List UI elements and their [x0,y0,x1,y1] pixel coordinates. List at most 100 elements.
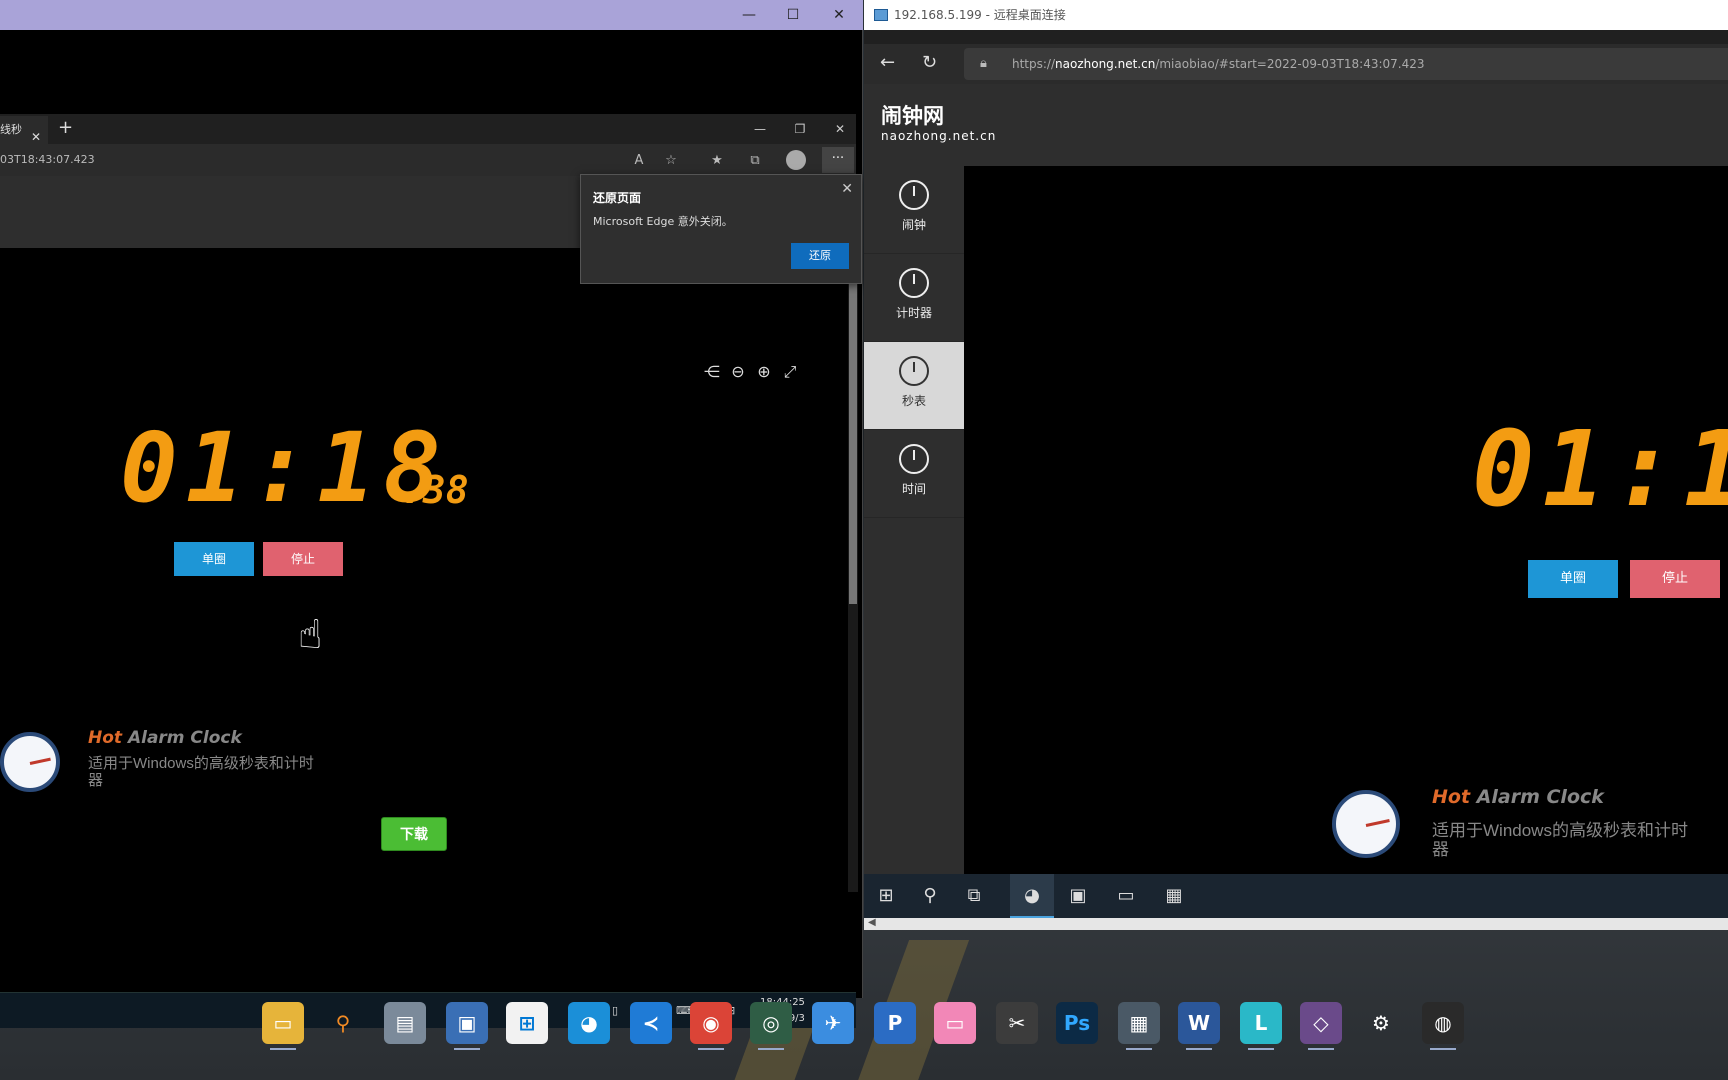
chrome-icon[interactable]: ◉ [690,1002,732,1050]
restore-pages-popup: 还原页面 Microsoft Edge 意外关闭。 ✕ 还原 [580,174,862,284]
edge-minimize-button[interactable]: — [740,114,780,144]
edge-tabbar: 线秒 ✕ + — ❐ ✕ [0,114,856,144]
active-indicator [1308,1048,1334,1050]
feishu-icon[interactable]: ✈ [812,1002,854,1044]
edge-icon[interactable]: ◕ [1010,874,1054,918]
start-icon[interactable]: ⊞ [864,874,908,918]
refresh-icon[interactable]: ↻ [922,52,937,73]
active-indicator [270,1048,296,1050]
search-icon[interactable]: ⚲ [908,874,952,918]
microsoft-store-icon[interactable]: ⊞ [506,1002,548,1044]
site-header: 闹钟网 naozhong.net.cn [864,84,1728,166]
minimize-button[interactable]: — [726,0,772,30]
file-explorer-icon[interactable]: ▭ [1104,874,1148,918]
collections-icon[interactable]: ⧉ [744,150,766,172]
task-view-icon[interactable]: ⧉ [952,874,996,918]
lap-button[interactable]: 单圈 [174,542,254,576]
edge-restore-button[interactable]: ❐ [780,114,820,144]
site-logo[interactable]: 闹钟网 [881,100,944,130]
photoshop-icon[interactable]: Ps [1056,1002,1098,1044]
bilibili-icon[interactable]: ▭ [934,1002,976,1044]
scroll-left-icon[interactable]: ◀ [868,917,876,928]
hot-alarm-clock-title: Hot Alarm Clock [88,728,242,748]
settings-gear-icon[interactable]: ⚙ [1360,1002,1402,1044]
fullscreen-icon[interactable]: ⤢ [780,362,800,382]
remote-desktop-icon [874,9,888,21]
url-domain: naozhong.net.cn [1055,57,1156,71]
remote-hot-alarm-clock-subtitle: 适用于Windows的高级秒表和计时 器 [1432,821,1688,859]
remote-url-box[interactable]: 🔒︎ https://naozhong.net.cn/miaobiao/#sta… [964,48,1728,80]
photos-icon[interactable]: ▣ [1056,874,1100,918]
edge-close-button[interactable]: ✕ [820,114,860,144]
favorites-icon[interactable]: ★ [706,150,728,172]
close-tab-icon[interactable]: ✕ [31,123,41,144]
remote-horizontal-scrollbar[interactable]: ◀ [864,917,1728,930]
sidebar-item-label: 时间 [901,482,926,496]
lm-app-icon[interactable]: L [1240,1002,1282,1050]
remote-desktop-window: 192.168.5.199 - 远程桌面连接 ← ↻ 🔒︎ https://na… [864,0,1728,930]
back-icon[interactable]: ← [880,52,895,73]
zoom-in-icon[interactable]: ⊕ [754,362,774,382]
site-logo-sub: naozhong.net.cn [881,129,997,143]
sidebar-item-time[interactable]: 时间 [864,430,964,518]
edge-icon[interactable]: ◕ [568,1002,610,1044]
remote-desktop-icon[interactable]: ▣ [446,1002,488,1050]
screen: — ☐ ✕ 线秒 ✕ + — ❐ ✕ 03T18:43:07.423 A ☆ ★… [0,0,1728,1080]
remote-url[interactable]: https://naozhong.net.cn/miaobiao/#start=… [1012,57,1425,71]
active-indicator [1248,1048,1274,1050]
active-indicator [1186,1048,1212,1050]
sidebar-item-alarm[interactable]: 闹钟 [864,166,964,254]
download-button[interactable]: 下载 [381,817,447,851]
remote-stop-button[interactable]: 停止 [1630,560,1720,598]
scrollbar-thumb[interactable] [849,274,857,604]
performance-monitor-icon[interactable]: ▤ [384,1002,426,1044]
hot-alarm-clock-title-first: Hot [88,728,123,748]
address-url[interactable]: 03T18:43:07.423 [0,153,95,166]
local-window-titlebar[interactable]: — ☐ ✕ [0,0,863,30]
snipaste-icon[interactable]: ✂ [996,1002,1038,1044]
search-everything-icon[interactable]: ⚲ [322,1002,364,1044]
file-explorer-icon[interactable]: ▭ [262,1002,304,1050]
sidebar-item-label: 秒表 [901,394,926,408]
share-icon[interactable]: ⋲ [702,362,722,382]
obs-icon[interactable]: ◍ [1422,1002,1464,1050]
new-tab-button[interactable]: + [58,117,73,138]
vscode-icon[interactable]: ≺ [630,1002,672,1044]
remote-lap-button[interactable]: 单圈 [1528,560,1618,598]
clock-hand [29,757,51,765]
hot-alarm-clock-title-rest: Alarm Clock [122,728,242,748]
app-circle-icon[interactable]: ◎ [750,1002,792,1050]
close-button[interactable]: ✕ [816,0,862,30]
calculator-icon[interactable]: ▦ [1118,1002,1160,1050]
remote-subtitle-line2: 器 [1432,839,1449,859]
timer-icon [899,268,929,298]
edge-address-bar[interactable]: 03T18:43:07.423 A ☆ ★ ⧉ ··· [0,144,856,176]
maximize-button[interactable]: ☐ [770,0,816,30]
edge-tab[interactable]: 线秒 ✕ [0,116,48,144]
sidebar-item-stopwatch[interactable]: 秒表 [864,342,964,430]
sidebar-item-label: 闹钟 [901,218,926,232]
view-tools: ⋲ ⊖ ⊕ ⤢ [702,362,800,382]
hot-alarm-clock-subtitle-line2: 器 [88,771,104,789]
read-aloud-icon[interactable]: A [628,150,650,172]
profile-avatar[interactable] [786,150,806,170]
restore-button[interactable]: 还原 [791,243,849,269]
popup-close-icon[interactable]: ✕ [841,181,853,197]
settings-more-button[interactable]: ··· [822,147,854,173]
site-sidebar: 闹钟 计时器 秒表 时间 [864,166,964,874]
stop-button[interactable]: 停止 [263,542,343,576]
sidebar-item-timer[interactable]: 计时器 [864,254,964,342]
remote-window-titlebar[interactable]: 192.168.5.199 - 远程桌面连接 [864,0,1728,30]
add-favorite-icon[interactable]: ☆ [660,150,682,172]
remote-app-icon[interactable]: ▦ [1152,874,1196,918]
p-app-icon[interactable]: P [874,1002,916,1044]
hot-alarm-clock-subtitle-line1: 适用于Windows的高级秒表和计时 [88,755,314,772]
remote-stopwatch-display: 01:18 [1472,408,1728,530]
edge-tab-label: 线秒 [0,123,22,136]
remote-alarm-clock-logo [1332,790,1400,858]
remote-hot-alarm-clock-title-rest: Alarm Clock [1470,786,1604,808]
local-window: — ☐ ✕ 线秒 ✕ + — ❐ ✕ 03T18:43:07.423 A ☆ ★… [0,0,863,1028]
word-icon[interactable]: W [1178,1002,1220,1050]
ink-app-icon[interactable]: ◇ [1300,1002,1342,1050]
zoom-out-icon[interactable]: ⊖ [728,362,748,382]
